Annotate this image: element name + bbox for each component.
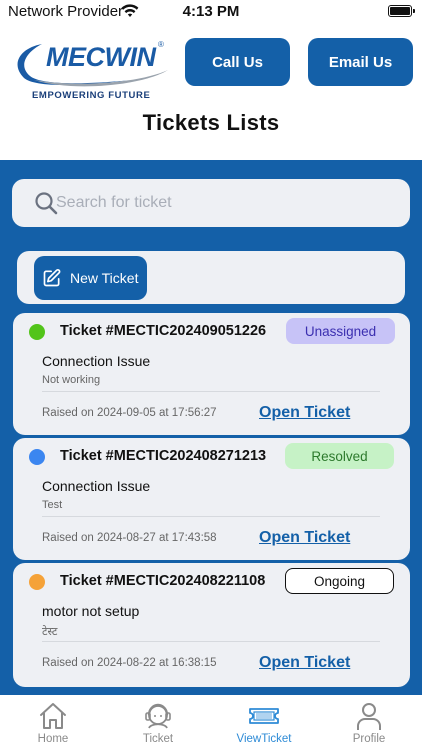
ticket-id: Ticket #MECTIC202409051226	[60, 323, 267, 339]
ticket-card[interactable]: Ticket #MECTIC202409051226 Unassigned Co…	[13, 313, 410, 435]
email-us-button[interactable]: Email Us	[308, 38, 413, 86]
ticket-description: टेस्ट	[42, 626, 58, 638]
status-badge: Unassigned	[286, 318, 395, 344]
open-ticket-link[interactable]: Open Ticket	[259, 654, 350, 672]
ticket-id: Ticket #MECTIC202408221108	[60, 573, 266, 589]
mecwin-logo: MECWIN ® EMPOWERING FUTURE	[12, 34, 172, 104]
ticket-id: Ticket #MECTIC202408271213	[60, 448, 267, 464]
new-ticket-bar: New Ticket	[17, 251, 405, 304]
app-header: MECWIN ® EMPOWERING FUTURE Call Us Email…	[0, 24, 422, 160]
status-badge: Resolved	[285, 443, 394, 469]
tickets-panel: New Ticket Ticket #MECTIC202409051226 Un…	[0, 160, 422, 695]
status-dot	[29, 324, 45, 340]
tab-label: Home	[37, 733, 69, 745]
logo-tagline: EMPOWERING FUTURE	[32, 90, 151, 101]
search-icon	[35, 192, 58, 215]
logo-wordmark: MECWIN	[46, 42, 156, 72]
bottom-tab-bar: Home Ticket ViewTicket Profile	[0, 695, 422, 750]
open-ticket-link[interactable]: Open Ticket	[259, 529, 350, 547]
tab-profile[interactable]: Profile	[327, 695, 411, 750]
status-dot	[29, 449, 45, 465]
tab-ticket[interactable]: Ticket	[116, 695, 200, 750]
ticket-card[interactable]: Ticket #MECTIC202408221108 Ongoing motor…	[13, 563, 410, 687]
ticket-raised-date: Raised on 2024-08-22 at 16:38:15	[42, 657, 217, 669]
status-badge: Ongoing	[285, 568, 394, 594]
page-title: Tickets Lists	[142, 110, 280, 135]
new-ticket-label: New Ticket	[70, 270, 139, 286]
ticket-subject: Connection Issue	[42, 478, 151, 494]
search-box	[12, 179, 410, 227]
ticket-divider	[42, 641, 380, 642]
edit-icon	[43, 269, 61, 287]
open-ticket-link[interactable]: Open Ticket	[259, 404, 350, 422]
logo-registered-mark: ®	[158, 40, 164, 49]
ticket-raised-date: Raised on 2024-08-27 at 17:43:58	[42, 532, 217, 544]
ticket-divider	[42, 391, 380, 392]
search-input[interactable]	[56, 179, 396, 227]
status-bar: Network Provider 4:13 PM	[0, 0, 422, 24]
call-us-button[interactable]: Call Us	[185, 38, 290, 86]
tab-label: Profile	[352, 733, 386, 745]
ticket-subject: motor not setup	[42, 603, 140, 619]
ticket-icon	[249, 708, 279, 724]
ticket-subject: Connection Issue	[42, 353, 151, 369]
ticket-card[interactable]: Ticket #MECTIC202408271213 Resolved Conn…	[13, 438, 410, 560]
profile-icon	[357, 703, 381, 730]
tab-label: Ticket	[142, 733, 174, 745]
ticket-raised-date: Raised on 2024-09-05 at 17:56:27	[42, 407, 217, 419]
new-ticket-button[interactable]: New Ticket	[34, 256, 147, 300]
support-agent-icon	[145, 703, 171, 729]
battery-icon	[388, 5, 415, 17]
ticket-divider	[42, 516, 380, 517]
tab-view-ticket[interactable]: ViewTicket	[222, 695, 306, 750]
ticket-description: Not working	[42, 374, 101, 386]
ticket-description: Test	[42, 499, 63, 511]
tab-home[interactable]: Home	[11, 695, 95, 750]
status-dot	[29, 574, 45, 590]
clock-time: 4:13 PM	[182, 3, 240, 20]
tab-label: ViewTicket	[236, 733, 292, 745]
home-icon	[40, 703, 66, 729]
